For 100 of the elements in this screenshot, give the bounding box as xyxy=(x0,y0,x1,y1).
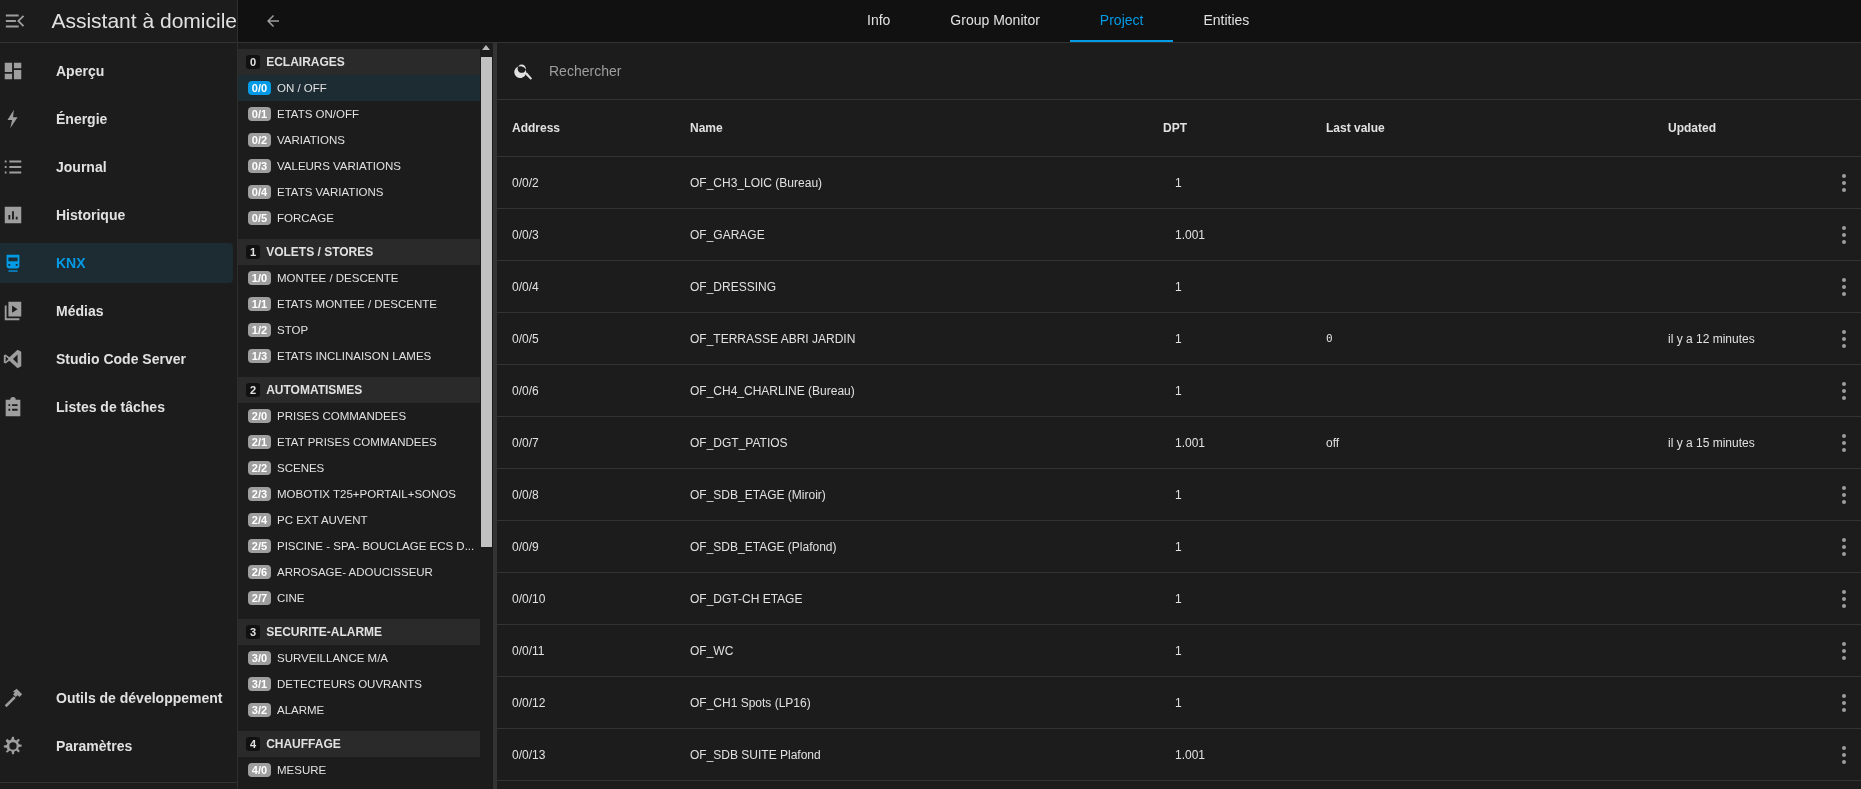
more-options-button[interactable] xyxy=(1841,329,1847,348)
group-item[interactable]: 2/5 PISCINE - SPA- BOUCLAGE ECS D... xyxy=(238,533,480,559)
more-options-button[interactable] xyxy=(1841,641,1847,660)
scrollbar-thumb[interactable] xyxy=(481,57,492,547)
more-options-button[interactable] xyxy=(1841,745,1847,764)
address-badge: 2/6 xyxy=(248,565,271,579)
sidebar-item[interactable]: Historique xyxy=(0,195,233,235)
group-heading: VOLETS / STORES xyxy=(266,245,374,259)
group-item[interactable]: 0/1 ETATS ON/OFF xyxy=(238,101,480,127)
group-item-label: ETATS MONTEE / DESCENTE xyxy=(277,298,437,310)
group-item-label: PISCINE - SPA- BOUCLAGE ECS D... xyxy=(277,540,475,552)
vertical-dots-icon xyxy=(1842,277,1846,296)
more-options-button[interactable] xyxy=(1841,693,1847,712)
table-cell-text: OF_CH4_CHARLINE (Bureau) xyxy=(690,383,856,398)
address-badge: 2/7 xyxy=(248,591,271,605)
vertical-dots-icon xyxy=(1842,745,1846,764)
group-badge: 3 xyxy=(246,625,261,639)
hammer-icon xyxy=(2,687,24,709)
address-badge: 2/3 xyxy=(248,487,271,501)
address-badge: 2/5 xyxy=(248,539,271,553)
dashboard-icon xyxy=(2,60,24,82)
more-options-button[interactable] xyxy=(1841,173,1847,192)
sidebar-item[interactable]: Énergie xyxy=(0,99,233,139)
more-options-button[interactable] xyxy=(1841,381,1847,400)
address-badge: 3/2 xyxy=(248,703,271,717)
sidebar-item[interactable]: Aperçu xyxy=(0,51,233,91)
table-cell-text: 0/0/3 xyxy=(512,227,540,242)
group-item-label: MOBOTIX T25+PORTAIL+SONOS xyxy=(277,488,456,500)
group-item[interactable]: 3/1 DETECTEURS OUVRANTS xyxy=(238,671,480,697)
table-cell-text: OF_SDB SUITE Plafond xyxy=(690,747,822,762)
group-item-label: VARIATIONS xyxy=(277,134,345,146)
group-item[interactable]: 1/0 MONTEE / DESCENTE xyxy=(238,265,480,291)
group-item[interactable]: 0/3 VALEURS VARIATIONS xyxy=(238,153,480,179)
group-item[interactable]: 1/3 ETATS INCLINAISON LAMES xyxy=(238,343,480,369)
vertical-dots-icon xyxy=(1842,173,1846,192)
group-item[interactable]: 2/6 ARROSAGE- ADOUCISSEUR xyxy=(238,559,480,585)
sidebar-item[interactable]: Paramètres xyxy=(0,726,233,766)
more-options-button[interactable] xyxy=(1841,537,1847,556)
table-cell-text: OF_GARAGE xyxy=(690,227,766,242)
table-cell-text: 0/0/5 xyxy=(512,331,540,346)
group-item[interactable]: 2/7 CINE xyxy=(238,585,480,611)
tab[interactable]: Entities xyxy=(1173,0,1280,42)
more-options-button[interactable] xyxy=(1841,485,1847,504)
table-cell-text: 1 xyxy=(1174,487,1183,502)
group-item[interactable]: 2/3 MOBOTIX T25+PORTAIL+SONOS xyxy=(238,481,480,507)
address-badge: 4/0 xyxy=(248,763,271,777)
group-item[interactable]: 3/0 SURVEILLANCE M/A xyxy=(238,645,480,671)
group-item-label: PRISES COMMANDEES xyxy=(277,410,407,422)
group-item-label: MONTEE / DESCENTE xyxy=(277,272,399,284)
group-heading: ECLAIRAGES xyxy=(266,55,345,69)
group-item[interactable]: 2/4 PC EXT AUVENT xyxy=(238,507,480,533)
table-cell-text: OF_DGT_PATIOS xyxy=(690,435,789,450)
scrollbar[interactable] xyxy=(480,43,495,789)
vertical-dots-icon xyxy=(1842,641,1846,660)
table-cell-text: 0 xyxy=(1326,332,1334,345)
sidebar-item[interactable]: KNX xyxy=(0,243,233,283)
group-item-label: ETATS INCLINAISON LAMES xyxy=(277,350,432,362)
sidebar-item[interactable]: Journal xyxy=(0,147,233,187)
group-item[interactable]: 2/0 PRISES COMMANDEES xyxy=(238,403,480,429)
group-badge: 0 xyxy=(246,55,261,69)
more-options-button[interactable] xyxy=(1841,433,1847,452)
sidebar-item[interactable]: Médias xyxy=(0,291,233,331)
vertical-dots-icon xyxy=(1842,433,1846,452)
table-cell-text: 0/0/11 xyxy=(512,643,546,658)
table-cell-text: 0/0/12 xyxy=(512,695,547,710)
more-options-button[interactable] xyxy=(1841,277,1847,296)
group-item[interactable]: 0/0 ON / OFF xyxy=(238,75,480,101)
table-cell-text: OF_CH3_LOIC (Bureau) xyxy=(690,175,824,190)
address-badge: 2/2 xyxy=(248,461,271,475)
vertical-dots-icon xyxy=(1842,537,1846,556)
group-item[interactable]: 1/2 STOP xyxy=(238,317,480,343)
address-badge: 3/0 xyxy=(248,651,271,665)
tab[interactable]: Info xyxy=(837,0,921,42)
group-item[interactable]: 4/0 MESURE xyxy=(238,757,480,783)
address-badge: 2/0 xyxy=(248,409,271,423)
table-cell-text: 0/0/10 xyxy=(512,591,547,606)
code-editor-icon xyxy=(2,348,24,370)
group-item[interactable]: 0/5 FORCAGE xyxy=(238,205,480,231)
group-item[interactable]: 0/4 ETATS VARIATIONS xyxy=(238,179,480,205)
tab[interactable]: Group Monitor xyxy=(920,0,1070,42)
sidebar-item[interactable]: Listes de tâches xyxy=(0,387,233,427)
table-cell-text: 0/0/13 xyxy=(512,747,547,762)
group-item[interactable]: 2/1 ETAT PRISES COMMANDEES xyxy=(238,429,480,455)
address-badge: 1/2 xyxy=(248,323,271,337)
sidebar-item[interactable]: Outils de développement xyxy=(0,678,233,718)
group-item[interactable]: 3/2 ALARME xyxy=(238,697,480,723)
group-item[interactable]: 1/1 ETATS MONTEE / DESCENTE xyxy=(238,291,480,317)
address-badge: 2/4 xyxy=(248,513,271,527)
more-options-button[interactable] xyxy=(1841,225,1847,244)
search-field[interactable]: Rechercher xyxy=(547,62,951,80)
sidebar-item[interactable]: Studio Code Server xyxy=(0,339,233,379)
address-badge: 0/1 xyxy=(248,107,271,121)
table-cell-text: OF_CH1 Spots (LP16) xyxy=(690,695,812,710)
group-item[interactable]: 0/2 VARIATIONS xyxy=(238,127,480,153)
table-cell-text: 1 xyxy=(1174,695,1183,710)
table-cell-text: 0/0/4 xyxy=(512,279,540,294)
group-item-label: ON / OFF xyxy=(277,82,327,94)
scroll-up-arrow[interactable] xyxy=(482,45,490,50)
more-options-button[interactable] xyxy=(1841,589,1847,608)
group-item[interactable]: 2/2 SCENES xyxy=(238,455,480,481)
